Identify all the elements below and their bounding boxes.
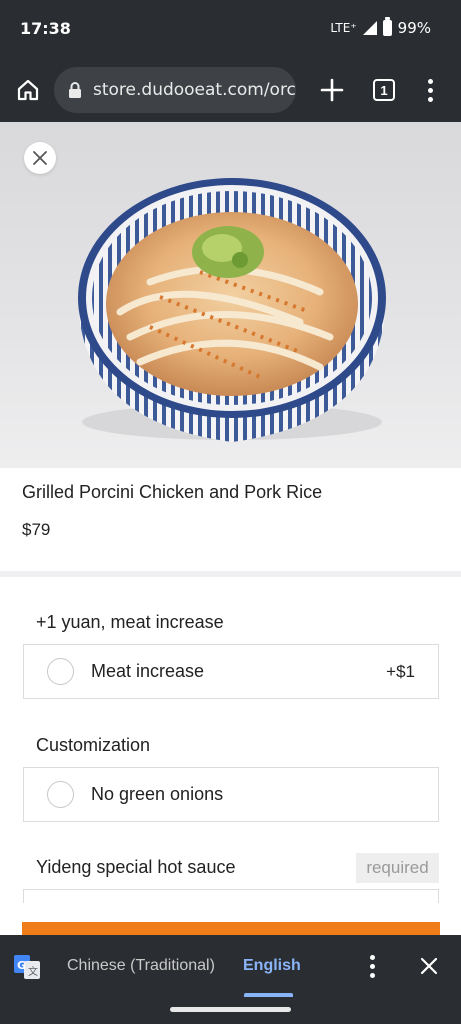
close-icon [33,151,47,165]
lock-icon [69,82,81,98]
option-label: No green onions [91,784,224,804]
new-tab-plus-icon[interactable] [318,76,346,104]
battery-icon [382,17,392,36]
option-group-title-customization: Customization [36,735,151,755]
google-translate-icon: G 文 [14,955,40,979]
home-gesture-handle[interactable] [170,1007,291,1012]
option-group-title-hot-sauce: Yideng special hot sauce [36,857,236,877]
option-group-title-meat: +1 yuan, meat increase [36,612,224,632]
option-price: +$1 [386,661,415,681]
system-navigation-bar [0,997,461,1024]
tab-switcher-button[interactable]: 1 [373,79,395,101]
url-text: store.dudooeat.com/orc [93,80,296,100]
option-meat-increase[interactable]: Meat increase +$1 [23,644,439,699]
status-indicators: LTE⁺ 99% [330,17,431,37]
battery-level: 99% [397,19,431,37]
signal-icon [362,21,377,35]
browser-toolbar: store.dudooeat.com/orc 1 [0,58,461,122]
home-icon [17,79,39,101]
address-bar[interactable]: store.dudooeat.com/orc [54,67,296,113]
section-divider [0,571,461,577]
translate-bar: G 文 Chinese (Traditional) English [0,935,461,997]
rice-bowl-illustration [78,178,386,442]
target-language-tab[interactable]: English [243,957,301,975]
home-button[interactable] [14,76,42,104]
product-price: $79 [22,520,51,539]
status-time: 17:38 [20,19,71,38]
product-image [0,122,461,468]
option-label: Meat increase [91,661,205,681]
radio-button[interactable] [47,781,74,808]
source-language-tab[interactable]: Chinese (Traditional) [67,957,215,975]
svg-text:文: 文 [28,965,38,978]
add-to-cart-button[interactable] [22,922,440,936]
browser-menu-more-vert-icon[interactable] [420,76,440,104]
network-type: LTE⁺ [330,21,357,35]
option-no-green-onions[interactable]: No green onions [23,767,439,822]
required-badge: required [356,853,439,883]
translate-close-icon[interactable] [418,955,440,977]
product-name: Grilled Porcini Chicken and Pork Rice [22,482,323,502]
close-button[interactable] [24,142,56,174]
status-bar: 17:38 LTE⁺ 99% [0,0,461,58]
radio-button[interactable] [47,658,74,685]
translate-more-vert-icon[interactable] [362,954,382,978]
svg-text:G: G [17,959,26,972]
